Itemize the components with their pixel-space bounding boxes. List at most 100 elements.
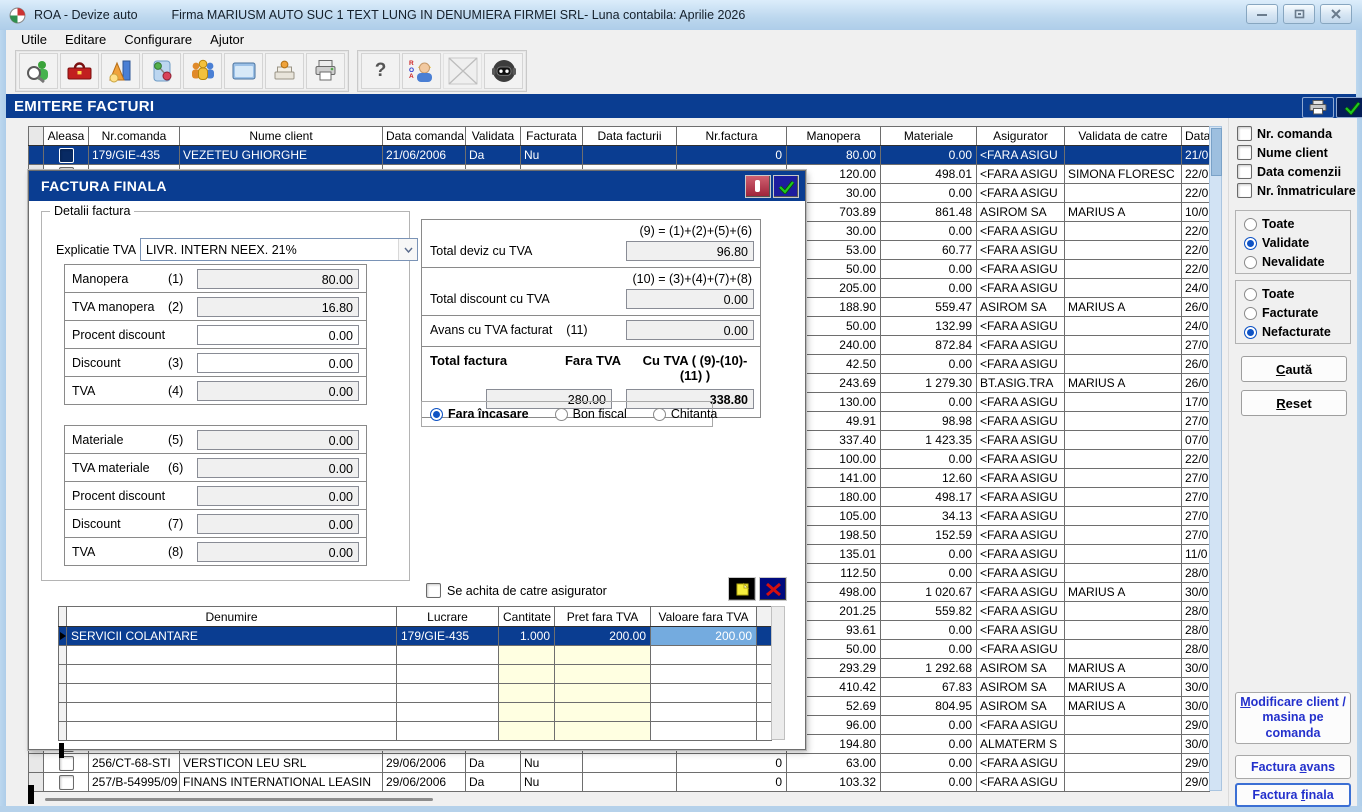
procent-discount-manopera-field[interactable]: 0.00	[197, 325, 359, 345]
close-button[interactable]	[1320, 4, 1352, 24]
modificare-client-button[interactable]: Modificare client / masina pe comanda	[1235, 692, 1351, 744]
items-vertical-scrollbar[interactable]	[771, 606, 785, 740]
col-denumire[interactable]: Denumire	[67, 607, 397, 627]
radio-toate-facturate[interactable]: Toate	[1244, 287, 1350, 301]
menu-configurare[interactable]: Configurare	[115, 31, 201, 48]
print-list-button[interactable]	[1302, 97, 1334, 118]
radio-nevalidate[interactable]: Nevalidate	[1244, 255, 1350, 269]
reset-button[interactable]: Reset	[1241, 390, 1347, 416]
radio-bon-fiscal[interactable]: Bon fiscal	[555, 407, 627, 421]
col-materiale[interactable]: Materiale	[881, 127, 977, 146]
filter-nr-comanda-checkbox[interactable]	[1237, 126, 1252, 141]
radio-icon-selected[interactable]	[430, 408, 443, 421]
dialog-confirm-button[interactable]	[773, 175, 799, 198]
discount-manopera-field[interactable]: 0.00	[197, 353, 359, 373]
col-nr-factura[interactable]: Nr.factura	[677, 127, 787, 146]
add-note-button[interactable]	[728, 577, 756, 601]
col-facturata[interactable]: Facturata	[521, 127, 583, 146]
robot-icon[interactable]	[484, 53, 523, 89]
radio-chitanta[interactable]: Chitanta	[653, 407, 718, 421]
users-icon[interactable]	[183, 53, 222, 89]
radio-icon[interactable]	[1244, 218, 1257, 231]
client-search-icon[interactable]	[19, 53, 58, 89]
roa-support-icon[interactable]: ROA	[402, 53, 441, 89]
toolbox-icon[interactable]	[60, 53, 99, 89]
orders-horizontal-scroll-thumb[interactable]	[45, 798, 433, 801]
col-lucrare[interactable]: Lucrare	[397, 607, 499, 627]
filter-nr-inmatriculare[interactable]: Nr. înmatriculare	[1237, 183, 1356, 198]
col-validata-de-catre[interactable]: Validata de catre	[1065, 127, 1182, 146]
achita-asigurator-option[interactable]: Se achita de catre asigurator	[426, 583, 607, 598]
col-asigurator[interactable]: Asigurator	[977, 127, 1065, 146]
item-row-empty[interactable]	[59, 703, 772, 722]
radio-icon-selected[interactable]	[1244, 326, 1257, 339]
order-cell: 22/0	[1182, 260, 1210, 279]
row-checkbox[interactable]	[59, 775, 74, 790]
order-row[interactable]: 179/GIE-435VEZETEU GHIORGHE21/06/2006DaN…	[29, 146, 1210, 165]
item-row-empty[interactable]	[59, 684, 772, 703]
order-row[interactable]: 256/CT-68-STIVERSTICON LEU SRL29/06/2006…	[29, 754, 1210, 773]
radio-icon[interactable]	[555, 408, 568, 421]
filter-nr-comanda[interactable]: Nr. comanda	[1237, 126, 1332, 141]
col-manopera[interactable]: Manopera	[787, 127, 881, 146]
cauta-button[interactable]: Caută	[1241, 356, 1347, 382]
chevron-down-icon[interactable]	[398, 239, 417, 260]
filter-nr-inmatriculare-checkbox[interactable]	[1237, 183, 1252, 198]
col-valoare-fara-tva[interactable]: Valoare fara TVA	[651, 607, 757, 627]
minimize-button[interactable]	[1246, 4, 1278, 24]
factura-avans-button[interactable]: Factura avans	[1235, 755, 1351, 779]
col-validata[interactable]: Validata	[466, 127, 521, 146]
dialog-cancel-button[interactable]	[745, 175, 771, 198]
orders-scroll-thumb[interactable]	[1211, 128, 1222, 176]
row-checkbox[interactable]	[59, 148, 74, 163]
col-nr-comanda[interactable]: Nr.comanda	[89, 127, 180, 146]
help-icon[interactable]: ?	[361, 53, 400, 89]
window-icon[interactable]	[224, 53, 263, 89]
maximize-button[interactable]	[1283, 4, 1315, 24]
filter-data-comenzii[interactable]: Data comenzii	[1237, 164, 1341, 179]
chart-icon[interactable]	[101, 53, 140, 89]
radio-icon-selected[interactable]	[1244, 237, 1257, 250]
col-cantitate[interactable]: Cantitate	[499, 607, 555, 627]
menu-editare[interactable]: Editare	[56, 31, 115, 48]
order-cell: 17/0	[1182, 393, 1210, 412]
col-data[interactable]: Data	[1182, 127, 1210, 146]
confirm-selection-button[interactable]	[1336, 97, 1362, 118]
order-row[interactable]: 257/B-54995/09FINANS INTERNATIONAL LEASI…	[29, 773, 1210, 792]
radio-validate[interactable]: Validate	[1244, 236, 1350, 250]
col-data-comanda[interactable]: Data comanda	[383, 127, 466, 146]
filter-nume-client-checkbox[interactable]	[1237, 145, 1252, 160]
radio-icon[interactable]	[653, 408, 666, 421]
col-data-facturii[interactable]: Data facturii	[583, 127, 677, 146]
col-nume-client[interactable]: Nume client	[180, 127, 383, 146]
explicatie-tva-combobox[interactable]: LIVR. INTERN NEEX. 21%	[140, 238, 418, 261]
order-cell: Da	[466, 754, 521, 773]
diagram-icon[interactable]	[142, 53, 181, 89]
items-table[interactable]: Denumire Lucrare Cantitate Pret fara TVA…	[58, 606, 772, 741]
filter-nume-client[interactable]: Nume client	[1237, 145, 1328, 160]
filter-data-comenzii-checkbox[interactable]	[1237, 164, 1252, 179]
radio-fara-incasare[interactable]: Fara încasare	[430, 407, 529, 421]
col-aleasa[interactable]: Aleasa	[44, 127, 89, 146]
total-discount-field: 0.00	[626, 289, 754, 309]
order-cell: BT.ASIG.TRA	[977, 374, 1065, 393]
archive-icon[interactable]	[265, 53, 304, 89]
radio-icon[interactable]	[1244, 256, 1257, 269]
menu-ajutor[interactable]: Ajutor	[201, 31, 253, 48]
radio-nefacturate[interactable]: Nefacturate	[1244, 325, 1350, 339]
item-row-empty[interactable]	[59, 722, 772, 741]
factura-finala-button[interactable]: Factura finala	[1235, 783, 1351, 807]
radio-icon[interactable]	[1244, 307, 1257, 320]
orders-vertical-scrollbar[interactable]	[1209, 126, 1222, 791]
col-pret-fara-tva[interactable]: Pret fara TVA	[555, 607, 651, 627]
achita-asigurator-checkbox[interactable]	[426, 583, 441, 598]
printer-icon[interactable]	[306, 53, 345, 89]
item-row[interactable]: SERVICII COLANTARE179/GIE-4351.000200.00…	[59, 627, 772, 646]
delete-item-button[interactable]	[759, 577, 787, 601]
item-row-empty[interactable]	[59, 646, 772, 665]
radio-icon[interactable]	[1244, 288, 1257, 301]
radio-facturate[interactable]: Facturate	[1244, 306, 1350, 320]
item-row-empty[interactable]	[59, 665, 772, 684]
menu-utile[interactable]: Utile	[12, 31, 56, 48]
radio-toate-validate[interactable]: Toate	[1244, 217, 1350, 231]
